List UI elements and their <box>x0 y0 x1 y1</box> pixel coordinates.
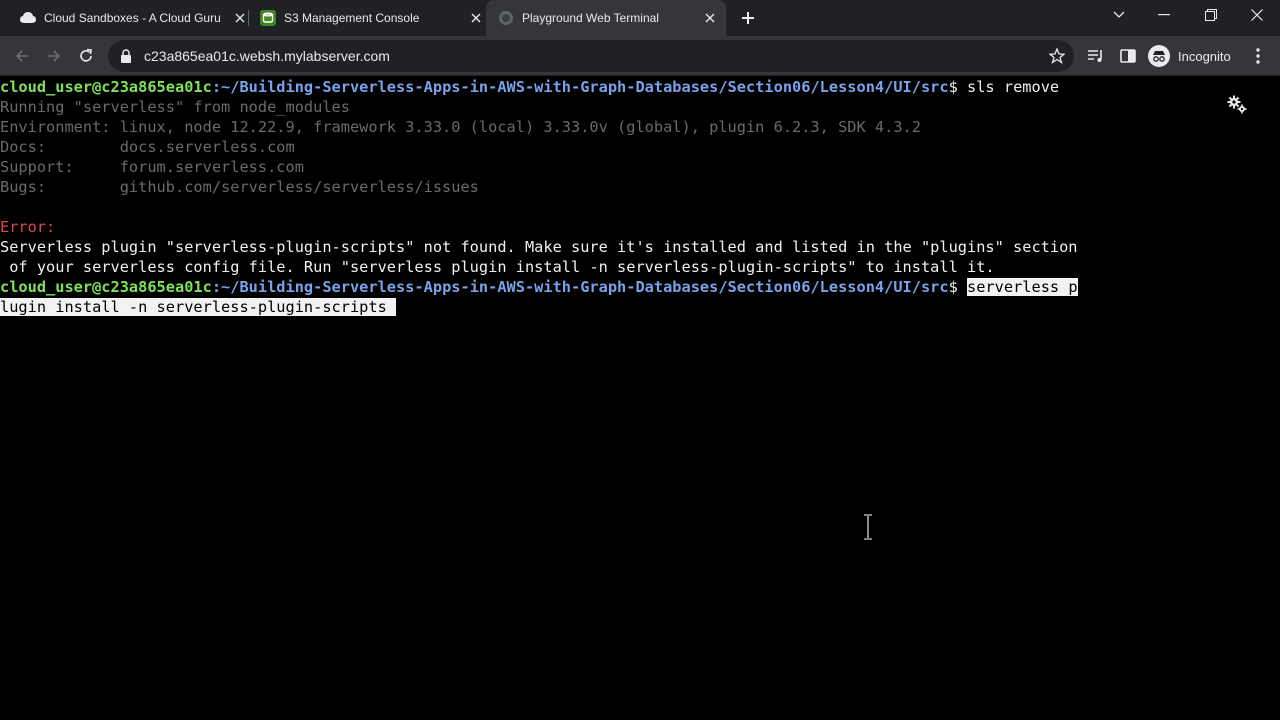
forward-button[interactable] <box>40 42 68 70</box>
reload-button[interactable] <box>72 42 100 70</box>
more-vert-icon <box>1256 48 1260 64</box>
reload-icon <box>80 48 92 62</box>
prompt-path: :~/Building-Serverless-Apps-in-AWS-with-… <box>211 78 949 96</box>
prompt-symbol: $ <box>948 78 968 96</box>
settings-gear-icon[interactable] <box>1226 93 1248 115</box>
plus-icon <box>742 12 754 24</box>
lock-icon[interactable] <box>118 48 134 64</box>
web-terminal[interactable]: cloud_user@c23a865ea01c:~/Building-Serve… <box>0 77 1280 720</box>
arrow-right-icon <box>48 50 61 62</box>
tab-s3-management-console[interactable]: S3 Management Console <box>252 0 484 36</box>
tab-title: S3 Management Console <box>284 11 420 25</box>
new-tab-button[interactable] <box>736 6 760 30</box>
terminal-error-line: of your serverless config file. Run "ser… <box>0 258 995 276</box>
close-tab-icon[interactable] <box>702 10 718 26</box>
incognito-profile-button[interactable]: Incognito <box>1148 43 1231 69</box>
playlist-icon <box>1088 50 1102 62</box>
command-text: sls remove <box>967 78 1060 96</box>
restore-icon <box>1205 9 1217 21</box>
terminal-prompt-line: cloud_user@c23a865ea01c:~/Building-Serve… <box>0 77 1280 97</box>
profile-label: Incognito <box>1178 48 1231 64</box>
browser-menu-button[interactable] <box>1246 44 1270 68</box>
tab-playground-web-terminal[interactable]: Playground Web Terminal <box>486 0 726 36</box>
selected-command-text[interactable]: lugin install -n serverless-plugin-scrip… <box>0 298 397 316</box>
terminal-output-line: Support: forum.serverless.com <box>0 158 304 176</box>
incognito-icon <box>1148 45 1170 67</box>
globe-icon <box>498 10 514 26</box>
prompt-user: cloud_user@c23a865ea01c <box>0 78 212 96</box>
prompt-user: cloud_user@c23a865ea01c <box>0 278 212 296</box>
media-control-button[interactable] <box>1084 44 1108 68</box>
terminal-error-line: Serverless plugin "serverless-plugin-scr… <box>0 238 1078 256</box>
tab-cloud-sandboxes[interactable]: Cloud Sandboxes - A Cloud Guru <box>12 0 248 36</box>
close-icon <box>1251 9 1263 21</box>
aws-s3-icon <box>260 10 276 26</box>
terminal-output-line: Environment: linux, node 12.22.9, framew… <box>0 118 921 136</box>
close-tab-icon[interactable] <box>232 10 248 26</box>
text-cursor-icon <box>864 514 872 540</box>
restore-window-button[interactable] <box>1189 0 1233 30</box>
terminal-output-line: Docs: docs.serverless.com <box>0 138 295 156</box>
browser-tab-strip: Cloud Sandboxes - A Cloud Guru S3 Manage… <box>0 0 1280 36</box>
terminal-output-line: Bugs: github.com/serverless/serverless/i… <box>0 178 479 196</box>
browser-toolbar: c23a865ea01c.websh.mylabserver.com Incog… <box>0 36 1280 76</box>
terminal-output-line: Running "serverless" from node_modules <box>0 98 350 116</box>
tab-search-button[interactable] <box>1097 0 1141 30</box>
close-window-button[interactable] <box>1235 0 1279 30</box>
tab-separator <box>248 10 249 26</box>
side-panel-button[interactable] <box>1116 44 1140 68</box>
side-panel-icon <box>1120 49 1136 63</box>
bookmark-star-icon[interactable] <box>1048 47 1066 65</box>
minimize-icon <box>1158 14 1170 16</box>
url-text: c23a865ea01c.websh.mylabserver.com <box>144 48 390 64</box>
terminal-prompt-line: cloud_user@c23a865ea01c:~/Building-Serve… <box>0 277 1280 297</box>
chevron-down-icon <box>1113 11 1125 18</box>
terminal-wrapped-line: lugin install -n serverless-plugin-scrip… <box>0 297 1280 317</box>
tab-title: Playground Web Terminal <box>522 11 659 25</box>
prompt-path: :~/Building-Serverless-Apps-in-AWS-with-… <box>211 278 949 296</box>
tab-title: Cloud Sandboxes - A Cloud Guru <box>44 11 221 25</box>
close-tab-icon[interactable] <box>468 10 484 26</box>
terminal-error-label: Error: <box>0 218 56 236</box>
minimize-window-button[interactable] <box>1142 0 1186 30</box>
address-bar[interactable]: c23a865ea01c.websh.mylabserver.com <box>108 40 1074 72</box>
acg-logo-icon <box>20 10 36 26</box>
back-button[interactable] <box>8 42 36 70</box>
prompt-symbol: $ <box>948 278 968 296</box>
arrow-left-icon <box>15 50 28 62</box>
selected-command-text[interactable]: serverless p <box>967 278 1078 296</box>
